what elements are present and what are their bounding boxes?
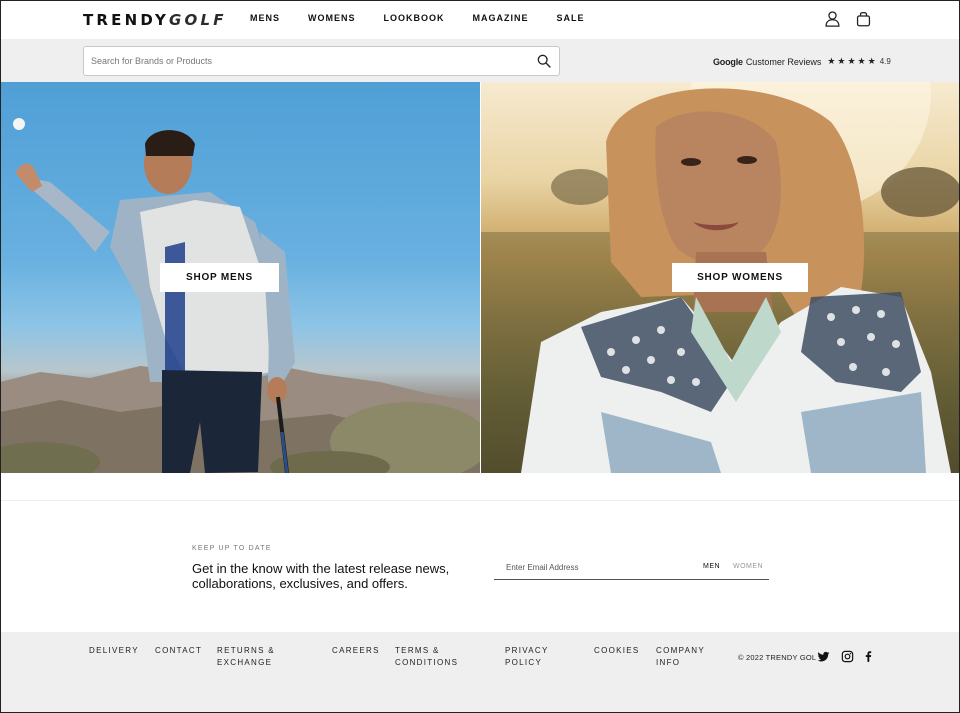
footer-cookies-link[interactable]: COOKIES — [594, 645, 640, 657]
shop-womens-button[interactable]: SHOP WOMENS — [672, 263, 808, 292]
shop-mens-button[interactable]: SHOP MENS — [160, 263, 279, 292]
nav-mens[interactable]: MENS — [250, 13, 280, 23]
site-logo[interactable]: TRENDYGOLF — [83, 11, 227, 29]
newsletter-kicker: KEEP UP TO DATE — [192, 545, 272, 552]
facebook-icon[interactable] — [862, 650, 875, 663]
header-icons — [824, 10, 872, 27]
nav-lookbook[interactable]: LOOKBOOK — [384, 13, 445, 23]
search-box — [83, 46, 560, 76]
footer-company-link[interactable]: COMPANY INFO — [656, 645, 716, 669]
email-input[interactable] — [506, 557, 686, 577]
newsletter-text: Get in the know with the latest release … — [192, 561, 450, 591]
footer-delivery-link[interactable]: DELIVERY — [89, 645, 139, 657]
newsletter-men-button[interactable]: MEN — [703, 563, 720, 570]
footer-terms-link[interactable]: TERMS & CONDITIONS — [395, 645, 465, 669]
newsletter-form: MEN WOMEN — [494, 557, 769, 580]
user-icon[interactable] — [824, 10, 841, 27]
footer-contact-link[interactable]: CONTACT — [155, 645, 202, 657]
site-footer: DELIVERY CONTACT RETURNS & EXCHANGE CARE… — [0, 632, 960, 713]
nav-womens[interactable]: WOMENS — [308, 13, 356, 23]
twitter-icon[interactable] — [817, 650, 830, 663]
reviews-label: Customer Reviews — [745, 56, 822, 67]
hero-mens[interactable]: SHOP MENS — [0, 82, 480, 473]
google-brand: Google — [713, 56, 743, 67]
main-nav: MENS WOMENS LOOKBOOK MAGAZINE SALE — [250, 13, 613, 23]
search-input[interactable] — [91, 47, 521, 75]
footer-returns-link[interactable]: RETURNS & EXCHANGE — [217, 645, 287, 669]
rating-value: 4.9 — [879, 57, 891, 66]
search-icon[interactable] — [537, 54, 551, 68]
star-rating-icon: ★★★★★ — [827, 56, 878, 66]
logo-bold: TRENDY — [83, 11, 170, 29]
hero-womens[interactable]: SHOP WOMENS — [481, 82, 960, 473]
instagram-icon[interactable] — [841, 650, 854, 663]
newsletter-women-button[interactable]: WOMEN — [733, 563, 763, 570]
footer-privacy-link[interactable]: PRIVACY POLICY — [505, 645, 565, 669]
newsletter-section: KEEP UP TO DATE Get in the know with the… — [0, 500, 960, 632]
copyright-text: © 2022 TRENDY GOL — [738, 653, 817, 662]
nav-magazine[interactable]: MAGAZINE — [473, 13, 529, 23]
search-bar: Google Customer Reviews ★★★★★ 4.9 — [0, 39, 960, 82]
nav-sale[interactable]: SALE — [557, 13, 585, 23]
footer-careers-link[interactable]: CAREERS — [332, 645, 380, 657]
google-reviews[interactable]: Google Customer Reviews ★★★★★ 4.9 — [713, 56, 891, 67]
site-header: TRENDYGOLF MENS WOMENS LOOKBOOK MAGAZINE… — [0, 0, 960, 39]
logo-light: GOLF — [169, 11, 227, 29]
shopping-bag-icon[interactable] — [855, 10, 872, 27]
